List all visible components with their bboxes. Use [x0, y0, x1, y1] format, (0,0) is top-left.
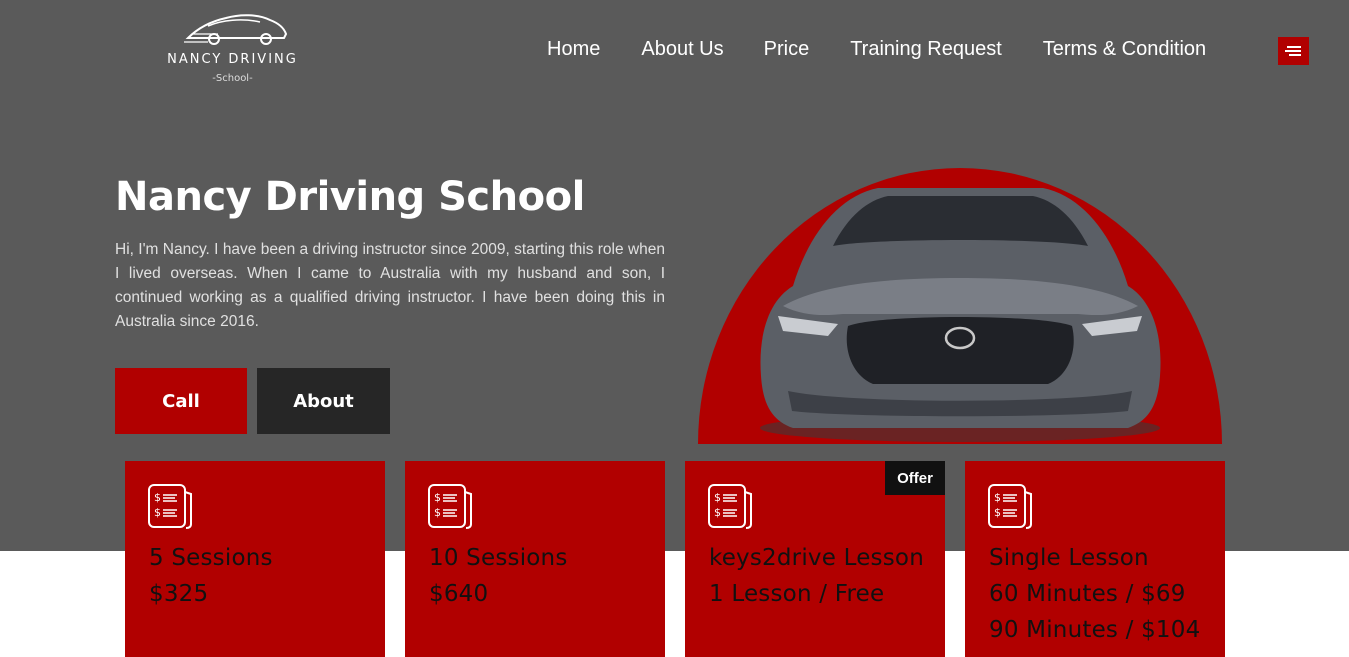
svg-text:$: $	[714, 506, 721, 519]
price-card-single-lesson[interactable]: $ $ Single Lesson 60 Minutes / $69 90 Mi…	[965, 461, 1225, 657]
svg-text:$: $	[714, 491, 721, 504]
price-card-keys2drive[interactable]: $ $ Offer keys2drive Lesson 1 Lesson / F…	[685, 461, 945, 657]
svg-text:$: $	[154, 491, 161, 504]
svg-text:$: $	[994, 491, 1001, 504]
price-card-10-sessions[interactable]: $ $ 10 Sessions $640	[405, 461, 665, 657]
nav-about-us[interactable]: About Us	[641, 38, 723, 61]
card-price: 1 Lesson / Free	[709, 581, 885, 607]
card-title: 10 Sessions	[429, 545, 568, 571]
price-list-icon: $ $	[148, 484, 192, 529]
hero-description: Hi, I'm Nancy. I have been a driving ins…	[115, 241, 665, 330]
price-list-icon: $ $	[988, 484, 1032, 529]
nav-training-request[interactable]: Training Request	[850, 38, 1002, 61]
offer-badge: Offer	[885, 461, 945, 495]
price-card-5-sessions[interactable]: $ $ 5 Sessions $325	[125, 461, 385, 657]
logo-title: NANCY DRIVING	[167, 52, 298, 67]
svg-text:$: $	[994, 506, 1001, 519]
about-button[interactable]: About	[257, 368, 390, 434]
hamburger-menu-icon[interactable]	[1278, 37, 1309, 65]
nav-home[interactable]: Home	[547, 38, 600, 61]
hero-title: Nancy Driving School	[115, 174, 585, 220]
nav-price[interactable]: Price	[764, 38, 810, 61]
card-price: 60 Minutes / $69	[989, 581, 1186, 607]
call-button[interactable]: Call	[115, 368, 247, 434]
card-price: 90 Minutes / $104	[989, 617, 1201, 643]
price-list-icon: $ $	[428, 484, 472, 529]
car-logo-icon	[183, 14, 287, 45]
card-title: 5 Sessions	[149, 545, 273, 571]
svg-text:$: $	[434, 506, 441, 519]
card-title: keys2drive Lesson	[709, 545, 924, 571]
site-logo[interactable]: NANCY DRIVING -School-	[160, 8, 305, 98]
main-nav: Home About Us Price Training Request Ter…	[547, 38, 1206, 61]
svg-text:$: $	[434, 491, 441, 504]
card-price: $640	[429, 581, 489, 607]
car-hero-image	[698, 168, 1222, 444]
svg-text:$: $	[154, 506, 161, 519]
logo-subtitle: -School-	[212, 73, 253, 84]
nav-terms-condition[interactable]: Terms & Condition	[1043, 38, 1206, 61]
price-list-icon: $ $	[708, 484, 752, 529]
card-title: Single Lesson	[989, 545, 1149, 571]
card-price: $325	[149, 581, 209, 607]
